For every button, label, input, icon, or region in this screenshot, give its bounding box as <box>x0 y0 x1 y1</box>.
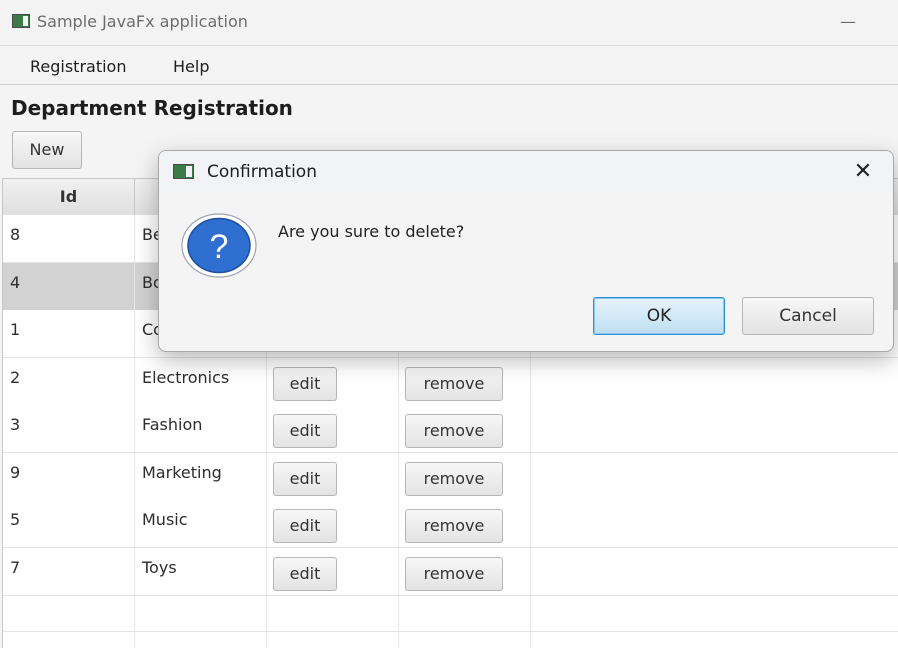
new-button[interactable]: New <box>12 131 82 169</box>
edit-button[interactable]: edit <box>273 461 337 496</box>
menu-registration[interactable]: Registration <box>30 57 126 76</box>
cell-remove: remove <box>399 500 531 547</box>
svg-text:?: ? <box>210 228 229 266</box>
cell-id: 4 <box>3 262 135 310</box>
table-row[interactable]: 7 Toys edit remove <box>3 547 898 596</box>
menu-help[interactable]: Help <box>173 57 209 76</box>
cell-name: Music <box>135 500 267 547</box>
edit-button[interactable]: edit <box>273 414 337 448</box>
dialog-title: Confirmation <box>207 162 317 182</box>
remove-button[interactable]: remove <box>405 414 503 448</box>
dialog-message: Are you sure to delete? <box>278 222 465 241</box>
edit-button[interactable]: edit <box>273 366 337 401</box>
cell-edit: edit <box>267 547 399 595</box>
cell-edit: edit <box>267 405 399 452</box>
cell-edit: edit <box>267 357 399 405</box>
cell-id-text: 9 <box>10 462 21 482</box>
table-row[interactable]: 5 Music edit remove <box>3 500 898 548</box>
cell-remove: remove <box>399 357 531 405</box>
cell-id: 9 <box>3 452 135 500</box>
remove-button[interactable]: remove <box>405 556 503 591</box>
cell-id-text: 1 <box>10 320 21 339</box>
empty-row <box>3 595 898 632</box>
cell-id: 5 <box>3 500 135 547</box>
cell-remove: remove <box>399 547 531 595</box>
cell-name-text: Marketing <box>142 462 222 482</box>
menu-bar: Registration Help <box>0 46 898 85</box>
cell-id: 7 <box>3 547 135 595</box>
cell-id: 2 <box>3 357 135 405</box>
cell-id-text: 3 <box>10 415 21 434</box>
cell-edit: edit <box>267 452 399 500</box>
cell-id: 1 <box>3 310 135 357</box>
cell-name-text: Toys <box>142 557 177 577</box>
cell-remove: remove <box>399 405 531 452</box>
cell-remove: remove <box>399 452 531 500</box>
cell-name: Toys <box>135 547 267 595</box>
cell-name: Fashion <box>135 405 267 452</box>
app-icon <box>173 164 194 179</box>
table-row[interactable]: 2 Electronics edit remove <box>3 357 898 406</box>
question-icon: ? <box>181 213 257 278</box>
cell-id: 8 <box>3 215 135 262</box>
confirmation-dialog: Confirmation ✕ ? Are you sure to delete?… <box>158 150 894 352</box>
close-icon[interactable]: ✕ <box>849 158 877 186</box>
cell-id-text: 5 <box>10 510 21 529</box>
edit-button[interactable]: edit <box>273 556 337 591</box>
cell-name: Electronics <box>135 357 267 405</box>
header-id[interactable]: Id <box>3 179 135 215</box>
dialog-titlebar: Confirmation ✕ <box>159 151 893 193</box>
table-row[interactable]: 3 Fashion edit remove <box>3 405 898 453</box>
table-row[interactable]: 9 Marketing edit remove <box>3 452 898 501</box>
remove-button[interactable]: remove <box>405 509 503 543</box>
cell-name-text: Music <box>142 510 188 529</box>
cell-name-text: Electronics <box>142 367 230 387</box>
window-title: Sample JavaFx application <box>37 12 248 31</box>
cell-id-text: 4 <box>10 272 21 292</box>
cell-id-text: 8 <box>10 225 21 244</box>
cell-id-text: 2 <box>10 367 21 387</box>
cell-name: Marketing <box>135 452 267 500</box>
cell-name-text: Fashion <box>142 415 203 434</box>
cell-edit: edit <box>267 500 399 547</box>
column-divider <box>134 215 135 648</box>
cell-id-text: 7 <box>10 557 21 577</box>
window-titlebar: Sample JavaFx application — <box>0 0 898 46</box>
minimize-button[interactable]: — <box>836 10 860 34</box>
page-title: Department Registration <box>11 96 293 120</box>
edit-button[interactable]: edit <box>273 509 337 543</box>
remove-button[interactable]: remove <box>405 366 503 401</box>
remove-button[interactable]: remove <box>405 461 503 496</box>
ok-button[interactable]: OK <box>593 297 725 335</box>
app-icon <box>12 14 30 28</box>
cancel-button[interactable]: Cancel <box>742 297 874 335</box>
cell-id: 3 <box>3 405 135 452</box>
